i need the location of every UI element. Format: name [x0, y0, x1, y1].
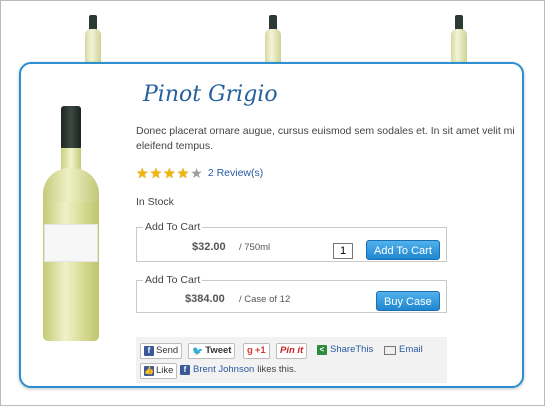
facebook-send-button[interactable]: f Send: [140, 343, 183, 359]
star-icon: ★: [176, 165, 190, 181]
star-icon: ★: [190, 165, 203, 181]
add-to-cart-button[interactable]: Add To Cart: [366, 240, 440, 260]
buy-case-button[interactable]: Buy Case: [376, 291, 440, 311]
add-to-cart-case-group: Add To Cart $384.00 / Case of 12 Buy Cas…: [136, 274, 447, 313]
case-unit: / Case of 12: [239, 294, 291, 305]
quantity-input[interactable]: 1: [333, 243, 353, 259]
star-icon: ★: [163, 165, 176, 181]
tweet-button[interactable]: 🐦 Tweet: [188, 343, 236, 359]
add-to-cart-bottle-group: Add To Cart $32.00 / 750ml 1 Add To Cart: [136, 221, 447, 262]
likes-text: likes this.: [257, 364, 297, 375]
reviews-link[interactable]: 2 Review(s): [208, 167, 263, 179]
group-legend: Add To Cart: [145, 274, 201, 286]
product-description: Donec placerat ornare augue, cursus euis…: [136, 125, 515, 152]
star-icon: ★: [136, 165, 149, 181]
group-legend: Add To Cart: [145, 221, 201, 233]
facebook-icon: f: [144, 346, 154, 356]
background-wine-bottle: [450, 15, 468, 69]
product-title: Pinot Grigio: [143, 82, 278, 107]
star-icon: ★: [149, 165, 163, 181]
rating-stars: ★ ★ ★ ★ ★ 2 Review(s): [136, 166, 263, 180]
product-image: [41, 106, 101, 341]
case-price: $384.00: [185, 293, 225, 305]
twitter-icon: 🐦: [192, 346, 204, 356]
facebook-like-button[interactable]: 👍 Like: [140, 363, 178, 379]
email-icon: [384, 345, 396, 355]
like-summary: f Brent Johnson likes this.: [180, 364, 296, 375]
pin-it-button[interactable]: Pin it: [276, 343, 308, 359]
social-share-bar: f Send 🐦 Tweet g +1 Pin it < ShareThis E…: [136, 337, 447, 383]
facebook-icon: f: [180, 364, 190, 375]
liker-name[interactable]: Brent Johnson: [193, 364, 254, 375]
quick-view-modal: Pinot Grigio Donec placerat ornare augue…: [19, 62, 524, 388]
stock-status: In Stock: [136, 196, 174, 208]
sharethis-icon: <: [317, 345, 327, 355]
bottle-price: $32.00: [192, 241, 226, 253]
background-wine-bottle: [84, 15, 102, 69]
sharethis-button[interactable]: < ShareThis: [317, 343, 373, 357]
background-wine-bottle: [264, 15, 282, 69]
google-plus-icon: g: [247, 345, 253, 356]
email-button[interactable]: Email: [384, 343, 423, 357]
thumbs-up-icon: 👍: [144, 366, 154, 376]
google-plus-button[interactable]: g +1: [243, 343, 270, 359]
pinterest-icon: Pin it: [280, 345, 304, 356]
bottle-unit: / 750ml: [239, 242, 271, 253]
